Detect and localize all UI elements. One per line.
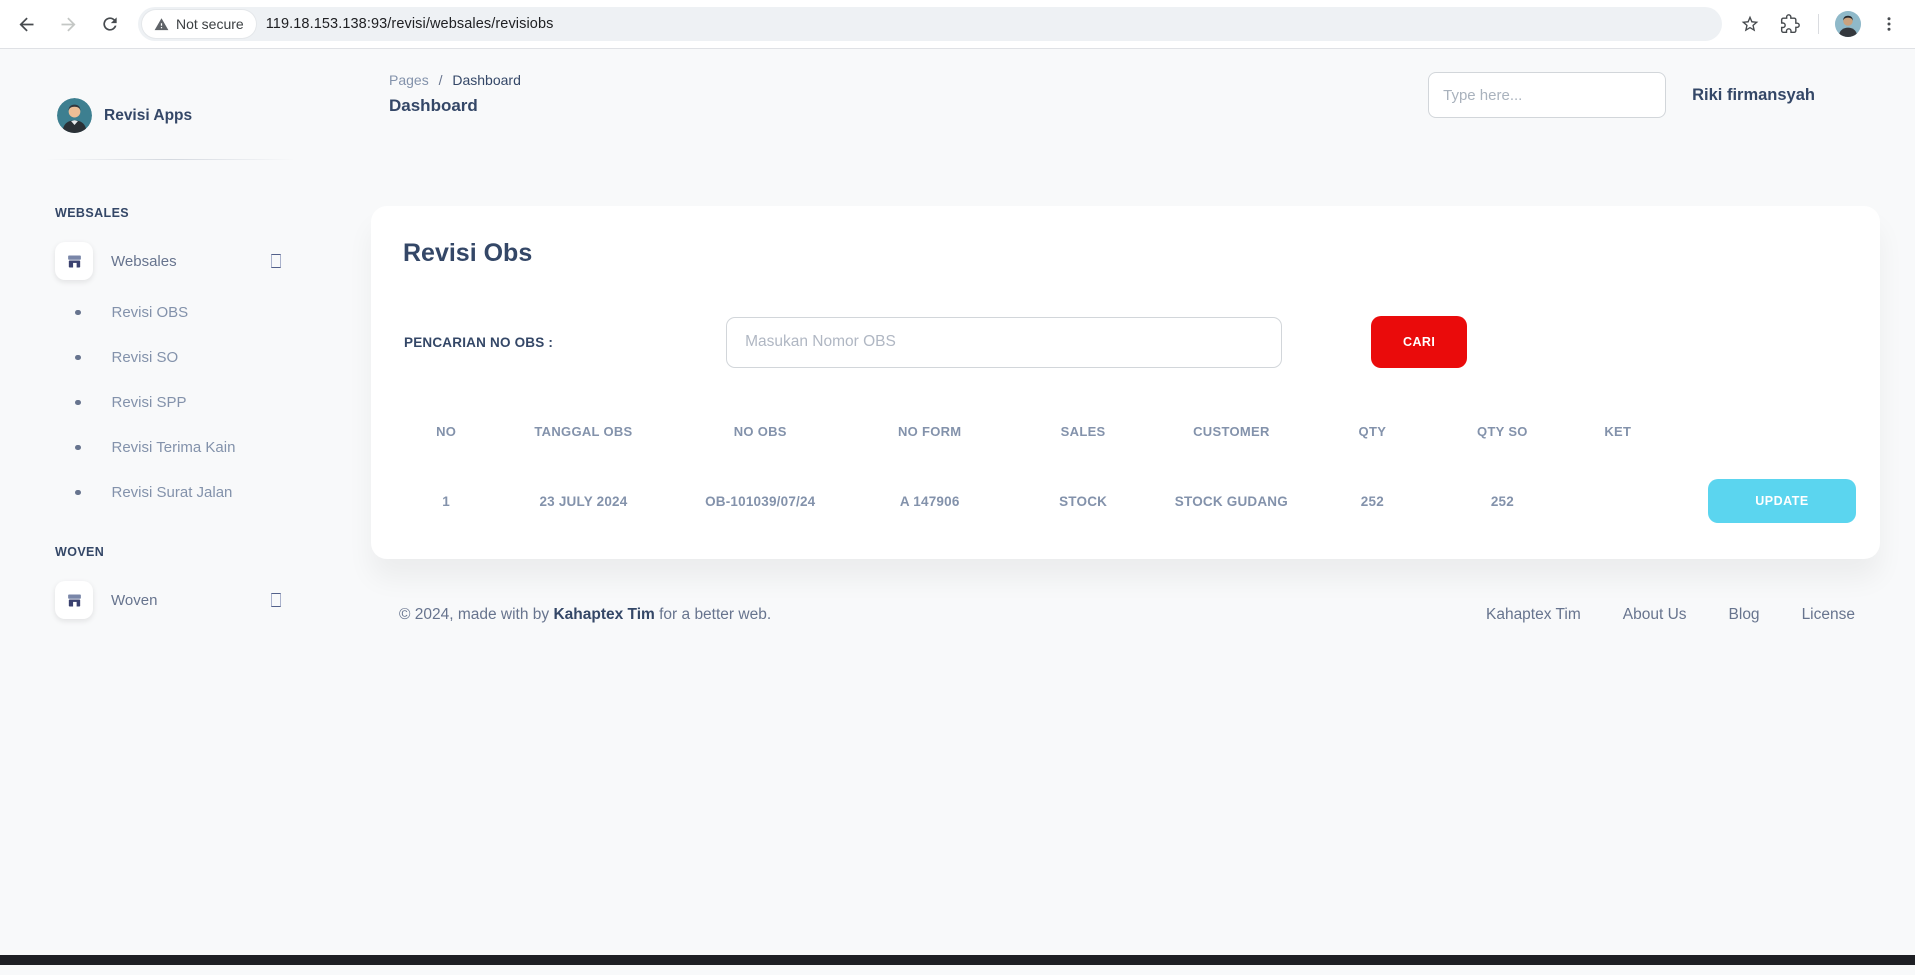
sub-item-label: Revisi SPP: [112, 394, 187, 411]
copyright-text: © 2024, made with by Kahaptex Tim for a …: [399, 606, 771, 624]
footer-link-kahaptex-tim[interactable]: Kahaptex Tim: [1486, 606, 1581, 624]
footer: © 2024, made with by Kahaptex Tim for a …: [371, 606, 1880, 624]
sub-item-label: Revisi SO: [112, 349, 179, 366]
back-icon[interactable]: [14, 12, 38, 36]
obs-number-input[interactable]: [726, 317, 1282, 368]
sidebar-item-revisi-surat-jalan[interactable]: Revisi Surat Jalan: [45, 470, 295, 515]
cari-button[interactable]: CARI: [1371, 316, 1467, 368]
sidebar-item-websales[interactable]: Websales: [55, 242, 281, 280]
browser-profile-avatar[interactable]: [1835, 11, 1861, 37]
browser-menu-icon[interactable]: [1877, 12, 1901, 36]
revisi-obs-card: Revisi Obs PENCARIAN NO OBS : CARI NO TA…: [371, 206, 1880, 559]
sub-item-label: Revisi Surat Jalan: [112, 484, 233, 501]
sidebar-item-label: Woven: [111, 592, 157, 609]
copyright-prefix: © 2024, made with by: [399, 606, 553, 623]
taskbar-edge: [0, 955, 1915, 965]
brand-avatar-icon: [57, 98, 92, 133]
col-header-qty-so: QTY SO: [1440, 418, 1566, 445]
store-icon: [55, 242, 93, 280]
brand-name: Revisi Apps: [104, 107, 192, 125]
url-text[interactable]: 119.18.153.138:93/revisi/websales/revisi…: [266, 16, 554, 32]
breadcrumb-separator: /: [439, 72, 443, 88]
breadcrumb-current: Dashboard: [452, 72, 521, 88]
copyright-suffix: for a better web.: [655, 606, 771, 623]
missing-glyph-icon: [271, 254, 281, 268]
not-secure-chip[interactable]: Not secure: [142, 10, 256, 38]
sidebar-item-revisi-obs[interactable]: Revisi OBS: [45, 290, 295, 335]
cell-qty-so: 252: [1440, 494, 1566, 509]
footer-link-about-us[interactable]: About Us: [1623, 606, 1687, 624]
table-row: 1 23 JULY 2024 OB-101039/07/24 A 147906 …: [395, 479, 1856, 523]
sidebar-item-revisi-so[interactable]: Revisi SO: [45, 335, 295, 380]
bullet-icon: [75, 490, 81, 496]
forward-icon[interactable]: [56, 12, 80, 36]
bookmark-star-icon[interactable]: [1738, 12, 1762, 36]
user-name[interactable]: Riki firmansyah: [1692, 86, 1815, 105]
card-title: Revisi Obs: [403, 239, 1856, 268]
bullet-icon: [75, 310, 81, 316]
cell-no-form: A 147906: [851, 494, 1009, 509]
top-navbar: Pages / Dashboard Dashboard Riki firmans…: [371, 49, 1880, 118]
col-header-tanggal-obs: TANGGAL OBS: [497, 418, 669, 445]
update-button[interactable]: UPDATE: [1708, 479, 1856, 523]
main-content: Pages / Dashboard Dashboard Riki firmans…: [371, 49, 1880, 624]
sidebar-item-label: Websales: [111, 253, 177, 270]
cell-tanggal-obs: 23 JULY 2024: [497, 494, 669, 509]
col-header-ket: KET: [1565, 418, 1670, 445]
footer-link-blog[interactable]: Blog: [1729, 606, 1760, 624]
breadcrumb: Pages / Dashboard: [389, 72, 521, 88]
col-header-no-form: NO FORM: [851, 418, 1009, 445]
sidebar-item-woven[interactable]: Woven: [55, 581, 281, 619]
sidebar-item-revisi-spp[interactable]: Revisi SPP: [45, 380, 295, 425]
col-header-sales: SALES: [1009, 418, 1158, 445]
sidebar-divider: [45, 159, 295, 160]
app-page: Revisi Apps WEBSALES Websales Revisi OBS: [0, 49, 1915, 965]
cell-no: 1: [395, 494, 497, 509]
cell-sales: STOCK: [1009, 494, 1158, 509]
breadcrumb-pages[interactable]: Pages: [389, 72, 429, 88]
extensions-icon[interactable]: [1778, 12, 1802, 36]
table-header-row: NO TANGGAL OBS NO OBS NO FORM SALES CUST…: [395, 418, 1856, 445]
bullet-icon: [75, 400, 81, 406]
bullet-icon: [75, 445, 81, 451]
browser-toolbar: Not secure 119.18.153.138:93/revisi/webs…: [0, 0, 1915, 49]
sub-item-label: Revisi Terima Kain: [112, 439, 236, 456]
cell-no-obs: OB-101039/07/24: [670, 494, 851, 509]
sub-item-label: Revisi OBS: [112, 304, 189, 321]
refresh-icon[interactable]: [98, 12, 122, 36]
websales-subnav: Revisi OBS Revisi SO Revisi SPP Revisi T…: [45, 290, 295, 515]
col-header-no-obs: NO OBS: [670, 418, 851, 445]
section-label-woven: WOVEN: [55, 545, 295, 559]
address-bar[interactable]: Not secure 119.18.153.138:93/revisi/webs…: [138, 7, 1722, 41]
security-label: Not secure: [176, 16, 244, 32]
footer-link-license[interactable]: License: [1802, 606, 1855, 624]
cell-qty: 252: [1305, 494, 1439, 509]
toolbar-divider: [1818, 14, 1819, 34]
sidebar-brand[interactable]: Revisi Apps: [57, 98, 295, 133]
missing-glyph-icon: [271, 593, 281, 607]
sidebar-item-revisi-terima-kain[interactable]: Revisi Terima Kain: [45, 425, 295, 470]
section-label-websales: WEBSALES: [55, 206, 295, 220]
page-title: Dashboard: [389, 96, 521, 116]
obs-search-row: PENCARIAN NO OBS : CARI: [395, 316, 1856, 368]
warning-triangle-icon: [154, 17, 169, 32]
cell-customer: STOCK GUDANG: [1158, 494, 1306, 509]
bullet-icon: [75, 355, 81, 361]
col-header-action: [1670, 426, 1856, 438]
navbar-search-input[interactable]: [1428, 72, 1666, 118]
col-header-customer: CUSTOMER: [1158, 418, 1306, 445]
col-header-no: NO: [395, 418, 497, 445]
obs-search-label: PENCARIAN NO OBS :: [404, 335, 553, 350]
col-header-qty: QTY: [1305, 418, 1439, 445]
sidebar: Revisi Apps WEBSALES Websales Revisi OBS: [0, 49, 300, 619]
copyright-brand-link[interactable]: Kahaptex Tim: [553, 606, 654, 623]
store-icon: [55, 581, 93, 619]
obs-table: NO TANGGAL OBS NO OBS NO FORM SALES CUST…: [395, 418, 1856, 523]
footer-links: Kahaptex Tim About Us Blog License: [1486, 606, 1855, 624]
